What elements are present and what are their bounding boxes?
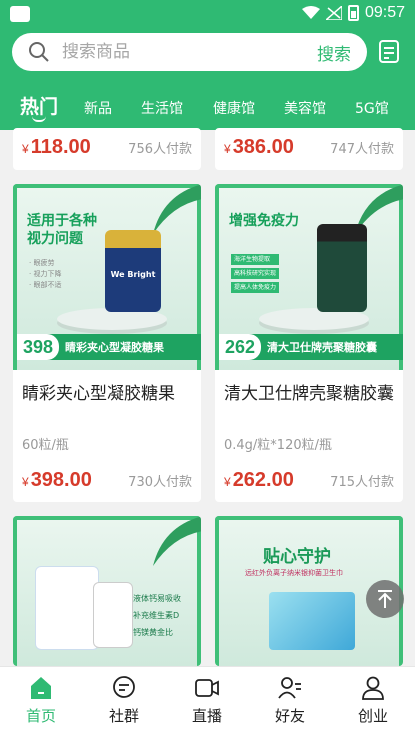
bottom-nav: 首页 社群 直播 好友 创业	[0, 666, 415, 739]
product-pack	[269, 592, 355, 650]
search-icon	[29, 42, 49, 62]
chat-icon	[113, 676, 135, 698]
product-price: ¥118.00	[22, 136, 91, 158]
status-time: 09:57	[364, 4, 405, 21]
nav-label: 创业	[357, 707, 388, 725]
nav-label: 首页	[25, 707, 56, 725]
nav-home[interactable]: 首页	[11, 675, 71, 726]
nav-startup[interactable]: 创业	[343, 675, 403, 726]
paid-count: 756人付款	[128, 142, 192, 157]
nav-label: 直播	[191, 707, 222, 725]
image-subtitle: 远红外负离子纳米银抑菌卫生巾	[245, 569, 343, 577]
product-bottle	[317, 224, 367, 312]
leaf-decoration	[153, 516, 201, 566]
battery-icon	[347, 5, 359, 21]
product-spec: 60粒/瓶	[22, 438, 69, 453]
product-price: ¥386.00	[224, 136, 294, 158]
back-to-top-button[interactable]	[366, 580, 404, 618]
tab-5g[interactable]: 5G馆	[355, 98, 389, 118]
category-tabs: 热门 新品 生活馆 健康馆 美容馆 5G馆	[0, 88, 415, 128]
product-box	[35, 566, 99, 650]
image-headline: 增强免疫力	[229, 213, 299, 229]
tab-life[interactable]: 生活馆	[141, 98, 183, 118]
product-price: ¥398.00	[22, 469, 92, 491]
paid-count: 715人付款	[330, 475, 394, 490]
nav-live[interactable]: 直播	[177, 675, 237, 726]
image-bullets: 海洋生物提取 高科技研究实现 提高人体免疫力	[231, 254, 280, 293]
status-bar: 09:57	[0, 0, 415, 28]
arrow-up-icon	[378, 590, 392, 608]
orders-list-icon[interactable]	[378, 40, 400, 64]
tab-beauty[interactable]: 美容馆	[284, 98, 326, 118]
product-price: ¥262.00	[224, 469, 294, 491]
wifi-icon	[301, 6, 320, 19]
image-labels: 液体钙易吸收 补充维生素D 钙镁黄金比	[133, 594, 181, 637]
friends-icon	[278, 677, 301, 699]
nav-label: 社群	[108, 707, 139, 725]
search-button[interactable]: 搜索	[317, 40, 351, 65]
image-badge: 398 睛彩夹心型凝胶糖果	[17, 334, 201, 360]
product-card[interactable]: ¥386.00 747人付款	[215, 128, 403, 170]
product-image: 液体钙易吸收 补充维生素D 钙镁黄金比	[13, 516, 201, 666]
product-card[interactable]: 液体钙易吸收 补充维生素D 钙镁黄金比	[13, 516, 201, 666]
image-headline: 贴心守护	[263, 547, 331, 567]
paid-count: 730人付款	[128, 475, 192, 490]
search-input[interactable]	[62, 42, 317, 62]
product-card[interactable]: ¥118.00 756人付款	[13, 128, 201, 170]
video-icon	[195, 679, 219, 697]
image-bullets: · 眼疲劳 · 视力下降 · 眼部不适	[29, 259, 62, 289]
image-badge: 262 清大卫仕牌壳聚糖胶囊	[219, 334, 403, 360]
nav-friends[interactable]: 好友	[260, 675, 320, 726]
product-card[interactable]: 增强免疫力 海洋生物提取 高科技研究实现 提高人体免疫力 262 清大卫仕牌壳聚…	[215, 184, 403, 502]
product-image: 适用于各种 视力问题 · 眼疲劳 · 视力下降 · 眼部不适 We Bright…	[13, 184, 201, 370]
tab-hot[interactable]: 热门	[20, 92, 58, 119]
product-bottle: We Bright	[105, 230, 161, 312]
profile-icon	[362, 676, 384, 700]
app-notification-icon	[10, 6, 30, 22]
product-name: 睛彩夹心型凝胶糖果	[22, 384, 175, 404]
product-image: 增强免疫力 海洋生物提取 高科技研究实现 提高人体免疫力 262 清大卫仕牌壳聚…	[215, 184, 403, 370]
product-name: 清大卫仕牌壳聚糖胶囊	[224, 384, 394, 404]
nav-label: 好友	[274, 707, 305, 725]
nav-community[interactable]: 社群	[94, 675, 154, 726]
search-bar[interactable]: 搜索	[12, 33, 367, 71]
signal-icon	[325, 6, 342, 20]
product-spec: 0.4g/粒*120粒/瓶	[224, 438, 332, 453]
paid-count: 747人付款	[330, 142, 394, 157]
product-card[interactable]: 适用于各种 视力问题 · 眼疲劳 · 视力下降 · 眼部不适 We Bright…	[13, 184, 201, 502]
home-icon	[31, 677, 51, 699]
product-bottle	[93, 582, 133, 648]
tab-new[interactable]: 新品	[84, 98, 112, 118]
tab-health[interactable]: 健康馆	[213, 98, 255, 118]
image-headline: 适用于各种 视力问题	[27, 213, 97, 247]
